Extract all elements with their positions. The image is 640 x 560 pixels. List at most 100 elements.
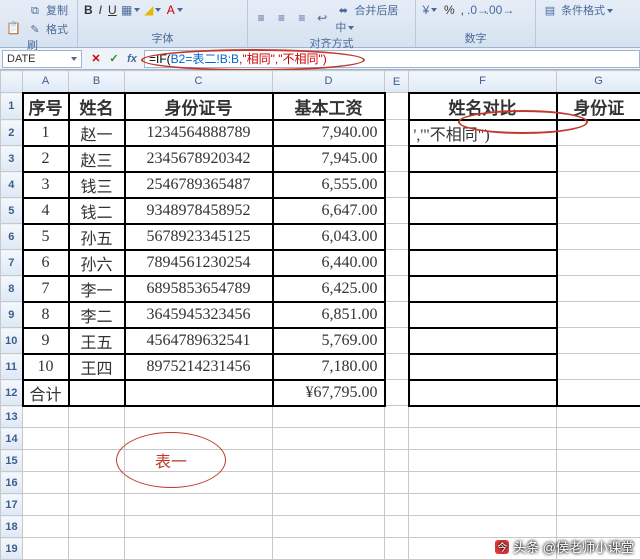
col-header-E[interactable]: E <box>385 71 409 93</box>
row-header[interactable]: 3 <box>1 146 23 172</box>
cell-empty[interactable] <box>69 472 125 494</box>
cell-D7[interactable]: 6,440.00 <box>273 250 385 276</box>
fx-button[interactable]: fx <box>124 51 140 67</box>
cell-A1[interactable]: 序号 <box>23 93 69 120</box>
cell-empty[interactable] <box>125 428 273 450</box>
cell-empty[interactable] <box>69 406 125 428</box>
cell-empty[interactable] <box>557 428 640 450</box>
row-header[interactable]: 7 <box>1 250 23 276</box>
cell-empty[interactable] <box>557 516 640 538</box>
cell-G10[interactable] <box>557 328 640 354</box>
cell-empty[interactable] <box>23 472 69 494</box>
fill-color-button[interactable]: ◢ <box>145 2 161 18</box>
font-color-button[interactable]: A <box>167 2 183 18</box>
row-header[interactable]: 17 <box>1 494 23 516</box>
cell-C4[interactable]: 2546789365487 <box>125 172 273 198</box>
cell-empty[interactable] <box>125 406 273 428</box>
cell-D9[interactable]: 6,851.00 <box>273 302 385 328</box>
cell-B8[interactable]: 李一 <box>69 276 125 302</box>
formula-input[interactable]: =IF(B2=表二!B:B,"相同","不相同") <box>144 50 640 68</box>
cell-E5[interactable] <box>385 198 409 224</box>
cell-empty[interactable] <box>385 516 409 538</box>
cell-D1[interactable]: 基本工资 <box>273 93 385 120</box>
cell-empty[interactable] <box>409 450 557 472</box>
cell-A10[interactable]: 9 <box>23 328 69 354</box>
cell-B9[interactable]: 李二 <box>69 302 125 328</box>
underline-button[interactable]: U <box>108 3 117 17</box>
cell-E8[interactable] <box>385 276 409 302</box>
cell-E3[interactable] <box>385 146 409 172</box>
cell-empty[interactable] <box>125 494 273 516</box>
cell-D2[interactable]: 7,940.00 <box>273 120 385 146</box>
align-top-button[interactable]: ≡ <box>254 10 268 26</box>
cond-format-button[interactable]: ▤ 条件格式 <box>542 2 613 19</box>
cell-empty[interactable] <box>273 516 385 538</box>
row-header[interactable]: 12 <box>1 380 23 406</box>
cell-C3[interactable]: 2345678920342 <box>125 146 273 172</box>
cell-G11[interactable] <box>557 354 640 380</box>
row-header[interactable]: 9 <box>1 302 23 328</box>
cell-empty[interactable] <box>69 516 125 538</box>
cell-E1[interactable] <box>385 93 409 120</box>
cell-D8[interactable]: 6,425.00 <box>273 276 385 302</box>
cell-empty[interactable] <box>69 428 125 450</box>
cell-B11[interactable]: 王四 <box>69 354 125 380</box>
cell-E11[interactable] <box>385 354 409 380</box>
col-header-B[interactable]: B <box>69 71 125 93</box>
row-header[interactable]: 10 <box>1 328 23 354</box>
cell-B5[interactable]: 钱二 <box>69 198 125 224</box>
cell-empty[interactable] <box>23 516 69 538</box>
cell-empty[interactable] <box>69 450 125 472</box>
comma-button[interactable]: , <box>461 3 464 17</box>
col-header-A[interactable]: A <box>23 71 69 93</box>
cell-B10[interactable]: 王五 <box>69 328 125 354</box>
row-header[interactable]: 14 <box>1 428 23 450</box>
row-header[interactable]: 1 <box>1 93 23 120</box>
cell-empty[interactable] <box>69 494 125 516</box>
cell-A7[interactable]: 6 <box>23 250 69 276</box>
cell-empty[interactable] <box>273 472 385 494</box>
cell-empty[interactable] <box>385 450 409 472</box>
cell-F10[interactable] <box>409 328 557 354</box>
cell-empty[interactable] <box>125 472 273 494</box>
align-mid-button[interactable]: ≡ <box>274 10 288 26</box>
cell-E10[interactable] <box>385 328 409 354</box>
align-bot-button[interactable]: ≡ <box>295 10 309 26</box>
cell-F1[interactable]: 姓名对比 <box>409 93 557 120</box>
cell-C5[interactable]: 9348978458952 <box>125 198 273 224</box>
cell-E7[interactable] <box>385 250 409 276</box>
cell-E6[interactable] <box>385 224 409 250</box>
cell-F9[interactable] <box>409 302 557 328</box>
cell-empty[interactable] <box>23 428 69 450</box>
cell-C10[interactable]: 4564789632541 <box>125 328 273 354</box>
cell-C6[interactable]: 5678923345125 <box>125 224 273 250</box>
cell-G2[interactable] <box>557 120 640 146</box>
cell-F7[interactable] <box>409 250 557 276</box>
row-header[interactable]: 11 <box>1 354 23 380</box>
cell-G4[interactable] <box>557 172 640 198</box>
cell-F6[interactable] <box>409 224 557 250</box>
cell-empty[interactable] <box>23 494 69 516</box>
cell-B12[interactable] <box>69 380 125 406</box>
cell-empty[interactable] <box>557 406 640 428</box>
cell-E12[interactable] <box>385 380 409 406</box>
dec-decimal-button[interactable]: .00→ <box>492 2 508 18</box>
cell-A8[interactable]: 7 <box>23 276 69 302</box>
cell-B7[interactable]: 孙六 <box>69 250 125 276</box>
cell-D12[interactable]: ¥67,795.00 <box>273 380 385 406</box>
cell-F5[interactable] <box>409 198 557 224</box>
cell-B4[interactable]: 钱三 <box>69 172 125 198</box>
cell-A12[interactable]: 合计 <box>23 380 69 406</box>
enter-formula-button[interactable]: ✓ <box>106 51 122 67</box>
cell-empty[interactable] <box>125 516 273 538</box>
cell-A9[interactable]: 8 <box>23 302 69 328</box>
cell-empty[interactable] <box>273 494 385 516</box>
merge-center-button[interactable]: ⬌ 合并后居中 <box>335 2 409 35</box>
cell-D6[interactable]: 6,043.00 <box>273 224 385 250</box>
cell-B3[interactable]: 赵三 <box>69 146 125 172</box>
inc-decimal-button[interactable]: .0→ <box>470 2 486 18</box>
cell-empty[interactable] <box>23 450 69 472</box>
row-header[interactable]: 4 <box>1 172 23 198</box>
select-all-corner[interactable] <box>1 71 23 93</box>
cell-C8[interactable]: 6895853654789 <box>125 276 273 302</box>
